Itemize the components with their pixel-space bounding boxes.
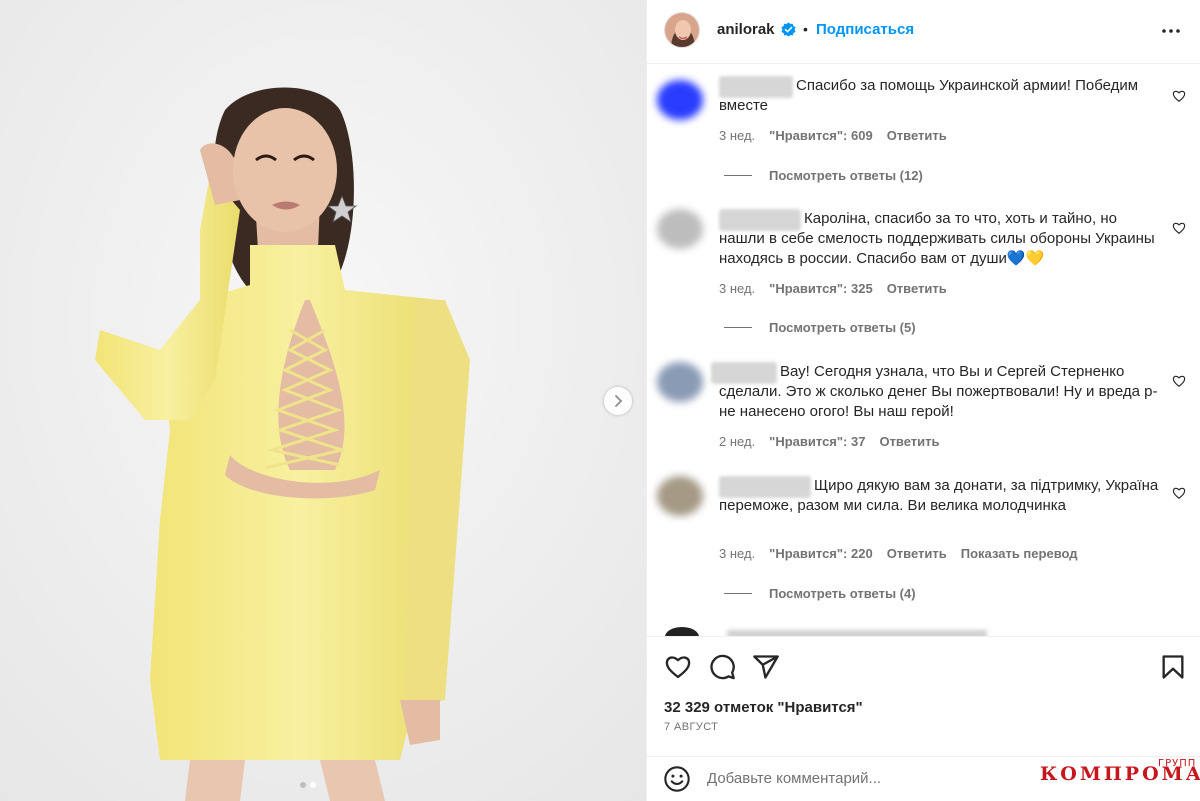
comment-text: Щиро дякую вам за донати, за підтримку, … [719,477,1159,514]
view-replies-label: Посмотреть ответы (5) [769,320,916,335]
heart-icon[interactable] [1172,89,1186,103]
comment-meta: 3 нед. "Нравится": 220 Ответить Показать… [719,546,1078,561]
share-icon[interactable] [752,653,780,681]
comments-list: Спасибо за помощь Украинской армии! Побе… [647,64,1200,636]
heart-icon[interactable] [1172,486,1186,500]
likes-count[interactable]: 32 329 отметок "Нравится" [664,699,863,716]
comment-age: 2 нед. [719,434,756,449]
watermark-logo: КОМПРОМАТ ГРУПП [1040,758,1200,801]
post-actions: 32 329 отметок "Нравится" 7 АВГУСТ [647,636,1200,756]
next-comment-avatar [665,627,699,636]
chevron-right-icon [615,395,623,407]
bookmark-icon[interactable] [1159,653,1187,681]
reply-button[interactable]: Ответить [887,281,947,296]
follow-button[interactable]: Подписаться [816,21,914,38]
comment-avatar[interactable] [657,80,703,120]
comment-likes[interactable]: "Нравится": 37 [769,434,865,449]
post-header: anilorak • Подписаться [647,0,1200,64]
photo-illustration [0,0,646,801]
replies-line [724,327,752,328]
next-photo-button[interactable] [604,387,632,415]
comment-avatar[interactable] [657,362,703,402]
view-replies-label: Посмотреть ответы (12) [769,168,923,183]
carousel-dot [310,782,316,788]
post-photo [0,0,646,801]
view-replies-label: Посмотреть ответы (4) [769,586,916,601]
avatar-image [665,13,699,47]
comment-input[interactable] [707,765,1087,791]
more-options-icon[interactable] [1159,22,1183,40]
reply-button[interactable]: Ответить [887,128,947,143]
heart-icon[interactable] [1172,374,1186,388]
comment-age: 3 нед. [719,281,756,296]
author-avatar[interactable] [664,12,700,48]
comment-age: 3 нед. [719,128,756,143]
view-replies-button[interactable]: Посмотреть ответы (4) [724,586,916,601]
comment-avatar[interactable] [657,209,703,249]
emoji-icon[interactable] [663,765,691,793]
comment-likes[interactable]: "Нравится": 325 [769,281,873,296]
comment-meta: 2 нед. "Нравится": 37 Ответить [719,434,940,449]
reply-button[interactable]: Ответить [879,434,939,449]
comment-meta: 3 нед. "Нравится": 609 Ответить [719,128,947,143]
comment-icon[interactable] [708,653,736,681]
author-username[interactable]: anilorak [717,21,775,38]
verified-badge-icon [781,22,796,37]
view-replies-button[interactable]: Посмотреть ответы (5) [724,320,916,335]
watermark-sub: ГРУПП [1158,758,1197,769]
heart-icon[interactable] [1172,221,1186,235]
comment-text: Спасибо за помощь Украинской армии! Побе… [719,77,1139,114]
replies-line [724,593,752,594]
post-date: 7 АВГУСТ [664,721,719,733]
replies-line [724,175,752,176]
comment-likes[interactable]: "Нравится": 609 [769,128,873,143]
carousel-dots [300,782,316,788]
reply-button[interactable]: Ответить [887,546,947,561]
post-sidebar: anilorak • Подписаться Спасибо за помощь… [646,0,1200,801]
comment-meta: 3 нед. "Нравится": 325 Ответить [719,281,947,296]
comment-likes[interactable]: "Нравится": 220 [769,546,873,561]
comment-text: Кароліна, спасибо за то что, хоть и тайн… [719,210,1155,267]
show-translation-button[interactable]: Показать перевод [961,546,1078,561]
separator-dot: • [803,21,808,37]
heart-icon[interactable] [664,653,692,681]
carousel-dot [300,782,306,788]
comment-avatar[interactable] [657,476,703,516]
comment-text: Вау! Сегодня узнала, что Вы и Сергей Сте… [719,363,1158,420]
view-replies-button[interactable]: Посмотреть ответы (12) [724,168,923,183]
comment-age: 3 нед. [719,546,756,561]
